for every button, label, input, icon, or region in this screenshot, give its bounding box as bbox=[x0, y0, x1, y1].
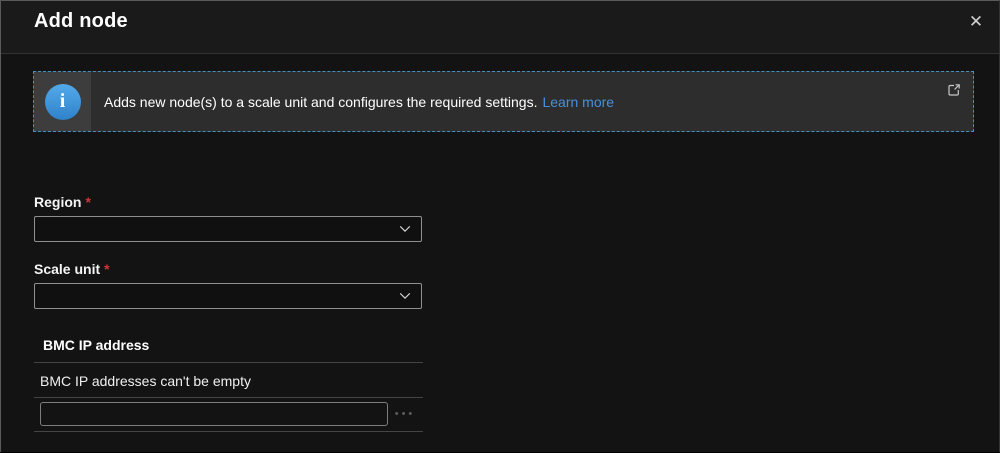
scale-unit-dropdown[interactable] bbox=[34, 283, 422, 309]
open-in-new-window-icon[interactable] bbox=[945, 82, 963, 100]
divider bbox=[34, 397, 423, 398]
learn-more-link[interactable]: Learn more bbox=[542, 94, 614, 110]
region-label: Region* bbox=[34, 194, 91, 210]
chevron-down-icon bbox=[398, 289, 412, 303]
ellipsis-icon: ••• bbox=[391, 402, 419, 426]
required-asterisk: * bbox=[104, 261, 109, 277]
region-dropdown[interactable] bbox=[34, 216, 422, 242]
add-node-panel: Add node ✕ i Adds new node(s) to a scale… bbox=[0, 0, 1000, 452]
scale-unit-label: Scale unit* bbox=[34, 261, 110, 277]
bmc-ip-input[interactable] bbox=[40, 402, 388, 426]
bmc-error-text: BMC IP addresses can't be empty bbox=[40, 373, 251, 389]
chevron-down-icon bbox=[398, 222, 412, 236]
info-icon: i bbox=[45, 84, 81, 120]
info-icon-area: i bbox=[34, 72, 91, 131]
page-title: Add node bbox=[34, 10, 128, 33]
divider bbox=[34, 431, 423, 432]
more-options-button[interactable]: ••• bbox=[391, 402, 419, 426]
panel-header: Add node ✕ bbox=[1, 1, 999, 54]
close-icon[interactable]: ✕ bbox=[963, 9, 989, 35]
bmc-section-header: BMC IP address bbox=[43, 337, 149, 353]
divider bbox=[34, 362, 423, 363]
banner-message: Adds new node(s) to a scale unit and con… bbox=[104, 94, 537, 110]
banner-text: Adds new node(s) to a scale unit and con… bbox=[104, 72, 614, 131]
info-banner: i Adds new node(s) to a scale unit and c… bbox=[33, 71, 974, 132]
required-asterisk: * bbox=[85, 194, 90, 210]
